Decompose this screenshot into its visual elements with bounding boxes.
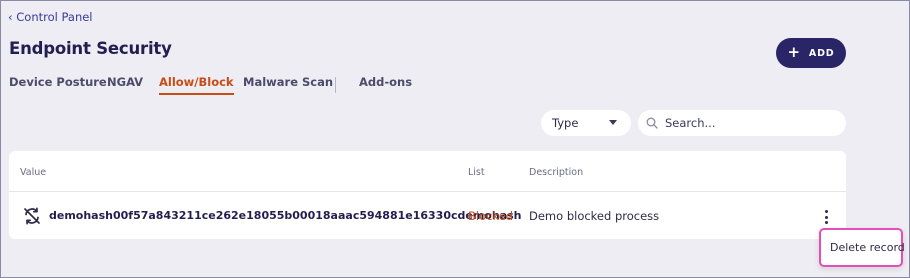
column-header-description: Description <box>529 167 584 178</box>
record-list-badge: Blocked <box>468 209 514 223</box>
records-table: Value List Description demohash00f57a843… <box>9 151 846 239</box>
type-filter-select[interactable]: Type <box>541 110 631 136</box>
tab-bar: Device Posture NGAV Allow/Block Malware … <box>1 75 521 97</box>
menu-item-delete-record[interactable]: Delete record <box>830 241 905 254</box>
header-divider <box>9 191 846 192</box>
back-link-control-panel[interactable]: ‹ Control Panel <box>8 10 93 24</box>
search-box <box>638 110 846 136</box>
row-actions-kebab-icon[interactable] <box>821 209 831 225</box>
column-header-value: Value <box>20 167 47 178</box>
search-icon <box>646 117 658 129</box>
app-window: ‹ Control Panel Endpoint Security + ADD … <box>0 0 910 278</box>
page-title: Endpoint Security <box>9 39 172 58</box>
tab-malware-scan[interactable]: Malware Scan <box>243 75 333 95</box>
tab-allow-block[interactable]: Allow/Block <box>159 75 234 95</box>
add-button[interactable]: + ADD <box>776 38 846 68</box>
kebab-dot <box>824 221 828 224</box>
row-actions-menu: Delete record <box>819 228 905 267</box>
kebab-dot <box>824 215 828 219</box>
record-value: demohash00f57a843211ce262e18055b00018aaa… <box>49 209 522 222</box>
search-input[interactable] <box>665 116 835 130</box>
tab-ngav[interactable]: NGAV <box>107 75 143 95</box>
tab-add-ons[interactable]: Add-ons <box>359 75 412 95</box>
column-header-list: List <box>468 167 485 178</box>
tab-device-posture[interactable]: Device Posture <box>9 75 107 95</box>
record-description: Demo blocked process <box>529 209 660 223</box>
add-button-label: ADD <box>808 47 835 59</box>
type-filter-label: Type <box>552 116 579 130</box>
tab-divider <box>335 77 336 93</box>
block-sync-icon <box>24 207 40 225</box>
kebab-dot <box>824 210 828 213</box>
plus-icon: + <box>787 43 801 61</box>
caret-down-icon <box>609 120 617 125</box>
